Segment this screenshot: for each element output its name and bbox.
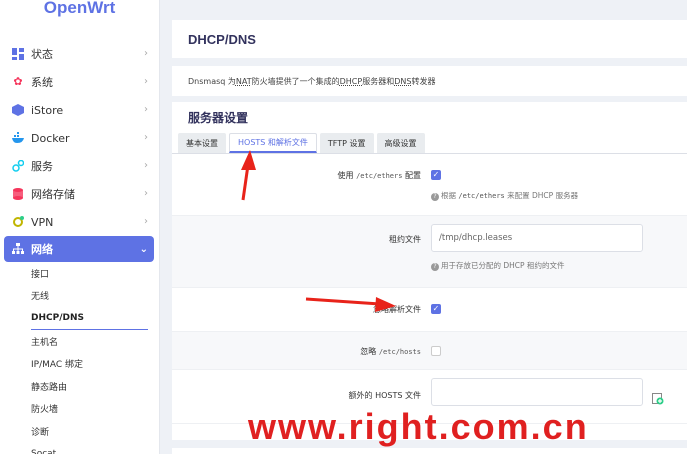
tab-basic-settings[interactable]: 基本设置 (178, 133, 226, 153)
abbr-dns: DNS (394, 76, 412, 86)
submenu-item-dhcp-dns[interactable]: DHCP/DNS (31, 307, 148, 330)
sidebar-item-services[interactable]: 服务 › (0, 152, 160, 180)
sidebar-item-label: Docker (31, 131, 70, 145)
submenu-item-wireless[interactable]: 无线 (31, 285, 160, 308)
field-hint: ? 用于存放已分配的 DHCP 租约的文件 (431, 260, 564, 271)
desc-text: 防火墙提供了一个集成的 (251, 76, 340, 86)
submenu-item-ip-mac-binding[interactable]: IP/MAC 绑定 (31, 352, 160, 375)
submenu-item-static-routes[interactable]: 静态路由 (31, 375, 160, 398)
vpn-icon (12, 216, 24, 228)
field-label: 租约文件 (389, 235, 421, 244)
sidebar-item-label: 服务 (31, 160, 53, 173)
chevron-right-icon: › (144, 132, 148, 143)
field-label: 额外的 HOSTS 文件 (348, 391, 421, 400)
network-submenu: 接口 无线 DHCP/DNS 主机名 IP/MAC 绑定 静态路由 防火墙 诊断… (0, 262, 160, 454)
submenu-item-firewall[interactable]: 防火墙 (31, 398, 160, 421)
field-label: 忽略 /etc/hosts (360, 347, 421, 356)
field-label: 使用 /etc/ethers 配置 (337, 171, 421, 180)
form-row-lease-file: 租约文件 /tmp/dhcp.leases ? 用于存放已分配的 DHCP 租约的… (172, 216, 687, 288)
page-title: DHCP/DNS (188, 31, 256, 47)
use-ethers-checkbox[interactable]: ✓ (431, 170, 441, 180)
tab-tftp-settings[interactable]: TFTP 设置 (319, 133, 374, 153)
desc-text: 转发器 (411, 76, 436, 86)
sidebar-item-docker[interactable]: Docker › (0, 124, 160, 152)
ignore-resolv-checkbox[interactable]: ✓ (431, 304, 441, 314)
tab-advanced-settings[interactable]: 高级设置 (376, 133, 425, 153)
ignore-hosts-checkbox[interactable] (431, 346, 441, 356)
next-section (172, 448, 687, 454)
form-row-ignore-resolv: 忽略解析文件 ✓ (172, 288, 687, 332)
submenu-item-hostnames[interactable]: 主机名 (31, 330, 160, 353)
form-row-use-ethers: 使用 /etc/ethers 配置 ✓ ? 根据 /etc/ethers 来配置 … (172, 154, 687, 216)
help-icon: ? (431, 193, 439, 201)
sidebar-item-system[interactable]: ✿ 系统 › (0, 68, 160, 96)
chevron-down-icon: ⌄ (139, 244, 148, 255)
field-label: 忽略解析文件 (373, 305, 421, 314)
watermark: www.right.com.cn (248, 406, 589, 447)
sidebar: OpenWrt 状态 › ✿ 系统 › iStore › Docker › 服务… (0, 0, 160, 454)
gear-icon: ✿ (13, 75, 23, 88)
sidebar-item-label: iStore (31, 103, 64, 117)
services-icon (12, 159, 25, 172)
sidebar-item-network[interactable]: 网络 ⌄ (4, 236, 154, 262)
sidebar-item-label: 网络存储 (31, 188, 75, 201)
desc-text: 服务器和 (362, 76, 395, 86)
field-hint: ? 根据 /etc/ethers 来配置 DHCP 服务器 (431, 190, 578, 201)
submenu-item-socat[interactable]: Socat (31, 443, 160, 454)
submenu-item-interfaces[interactable]: 接口 (31, 262, 160, 285)
main-content: DHCP/DNS Dnsmasq 为 NAT 防火墙提供了一个集成的 DHCP … (172, 20, 687, 454)
chevron-right-icon: › (144, 104, 148, 115)
form-row-ignore-hosts: 忽略 /etc/hosts (172, 332, 687, 370)
abbr-nat: NAT (235, 76, 252, 86)
sidebar-item-vpn[interactable]: VPN › (0, 208, 160, 236)
tab-bar: 基本设置 HOSTS 和解析文件 TFTP 设置 高级设置 (172, 132, 687, 154)
sidebar-item-label: 网络 (31, 243, 53, 256)
desc-text: Dnsmasq 为 (188, 76, 236, 86)
chevron-right-icon: › (144, 48, 148, 59)
add-entry-icon[interactable] (652, 390, 664, 405)
sidebar-item-storage[interactable]: 网络存储 › (0, 180, 160, 208)
dashboard-icon (12, 48, 24, 60)
sidebar-item-label: VPN (31, 215, 54, 229)
docker-icon (12, 132, 24, 144)
section-title: 服务器设置 (188, 110, 249, 125)
chevron-right-icon: › (144, 188, 148, 199)
cube-icon (12, 104, 24, 116)
sidebar-item-istore[interactable]: iStore › (0, 96, 160, 124)
submenu-item-diagnostics[interactable]: 诊断 (31, 420, 160, 443)
page-description: Dnsmasq 为 NAT 防火墙提供了一个集成的 DHCP 服务器和 DNS … (172, 66, 687, 96)
lease-file-input[interactable]: /tmp/dhcp.leases (431, 224, 643, 252)
storage-icon (12, 188, 24, 200)
chevron-right-icon: › (144, 76, 148, 87)
abbr-dhcp: DHCP (339, 76, 363, 86)
tab-hosts-resolv[interactable]: HOSTS 和解析文件 (229, 133, 317, 153)
openwrt-logo[interactable]: OpenWrt (0, 0, 159, 24)
divider (172, 58, 687, 66)
chevron-right-icon: › (144, 160, 148, 171)
sidebar-menu: 状态 › ✿ 系统 › iStore › Docker › 服务 › 网络存储 … (0, 40, 160, 454)
network-icon (12, 243, 24, 255)
extra-hosts-input[interactable] (431, 378, 643, 406)
chevron-right-icon: › (144, 216, 148, 227)
sidebar-item-status[interactable]: 状态 › (0, 40, 160, 68)
sidebar-item-label: 系统 (31, 76, 53, 89)
sidebar-item-label: 状态 (31, 48, 53, 61)
help-icon: ? (431, 263, 439, 271)
